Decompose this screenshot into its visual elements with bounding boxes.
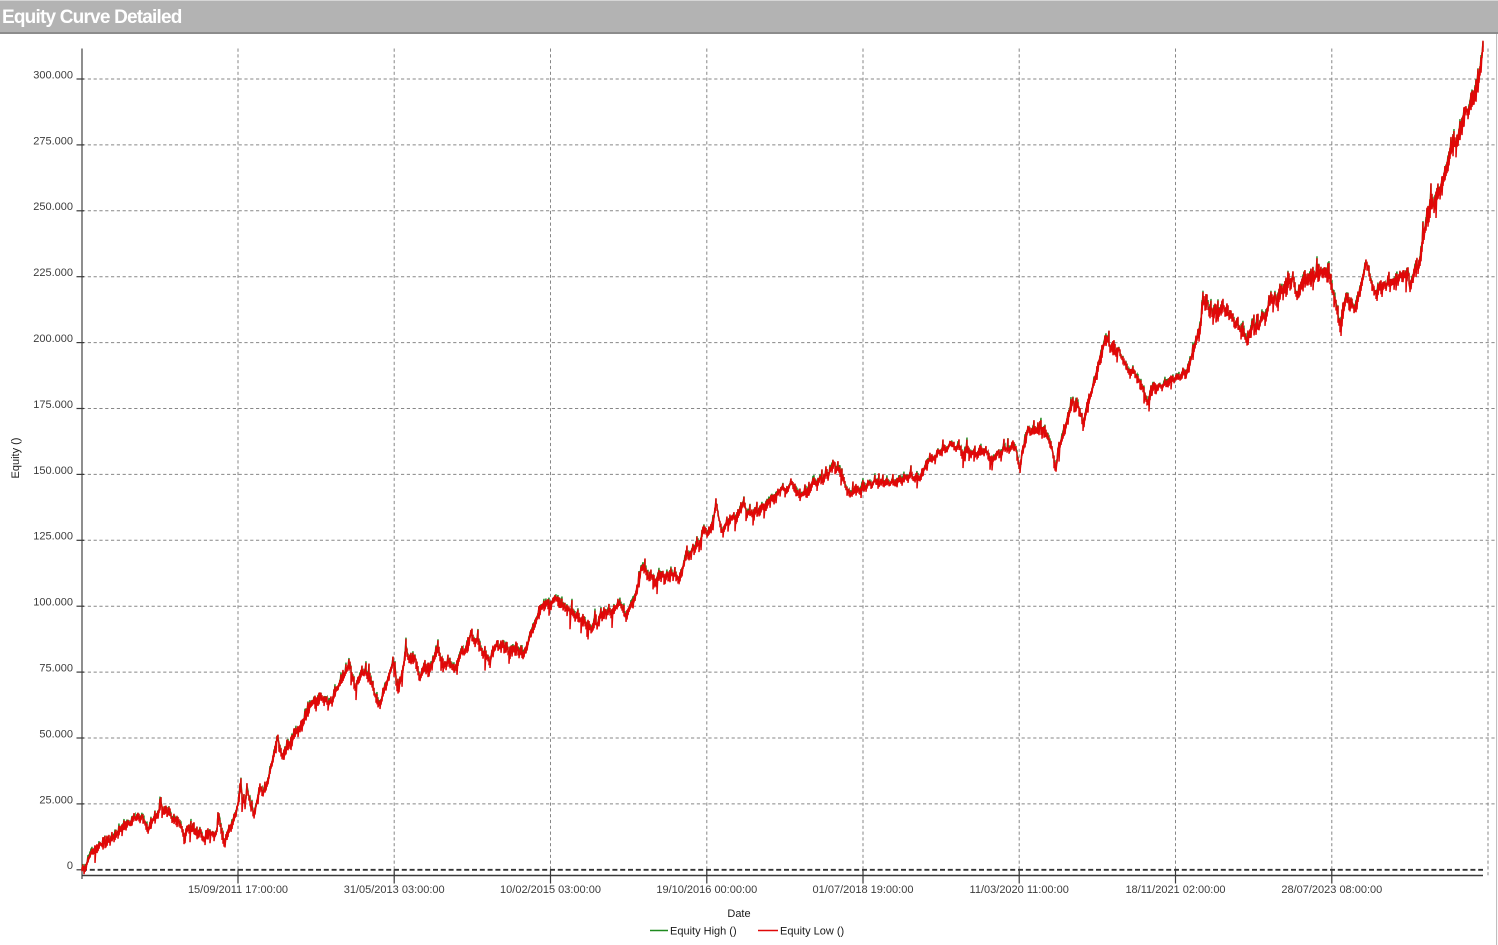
- svg-text:275.000: 275.000: [33, 135, 73, 147]
- svg-text:Equity High (): Equity High (): [670, 926, 737, 938]
- svg-text:31/05/2013 03:00:00: 31/05/2013 03:00:00: [344, 884, 445, 896]
- svg-text:19/10/2016 00:00:00: 19/10/2016 00:00:00: [656, 884, 757, 896]
- svg-text:18/11/2021 02:00:00: 18/11/2021 02:00:00: [1125, 884, 1225, 896]
- svg-text:75.000: 75.000: [39, 663, 73, 675]
- svg-text:50.000: 50.000: [39, 728, 73, 740]
- svg-text:300.000: 300.000: [33, 69, 73, 81]
- svg-text:Equity Low (): Equity Low (): [780, 926, 844, 938]
- svg-text:175.000: 175.000: [33, 399, 73, 411]
- svg-text:01/07/2018 19:00:00: 01/07/2018 19:00:00: [813, 884, 914, 896]
- svg-text:100.000: 100.000: [33, 597, 73, 609]
- svg-text:Equity (): Equity (): [10, 438, 22, 479]
- svg-text:Date: Date: [727, 908, 750, 920]
- svg-text:0: 0: [67, 860, 73, 872]
- svg-text:225.000: 225.000: [33, 267, 73, 279]
- svg-text:28/07/2023 08:00:00: 28/07/2023 08:00:00: [1281, 884, 1382, 896]
- svg-text:200.000: 200.000: [33, 333, 73, 345]
- svg-text:125.000: 125.000: [33, 531, 73, 543]
- svg-text:250.000: 250.000: [33, 201, 73, 213]
- svg-text:10/02/2015 03:00:00: 10/02/2015 03:00:00: [500, 884, 601, 896]
- svg-text:11/03/2020 11:00:00: 11/03/2020 11:00:00: [970, 884, 1069, 896]
- svg-text:150.000: 150.000: [33, 465, 73, 477]
- svg-text:25.000: 25.000: [39, 794, 73, 806]
- svg-text:15/09/2011 17:00:00: 15/09/2011 17:00:00: [188, 884, 288, 896]
